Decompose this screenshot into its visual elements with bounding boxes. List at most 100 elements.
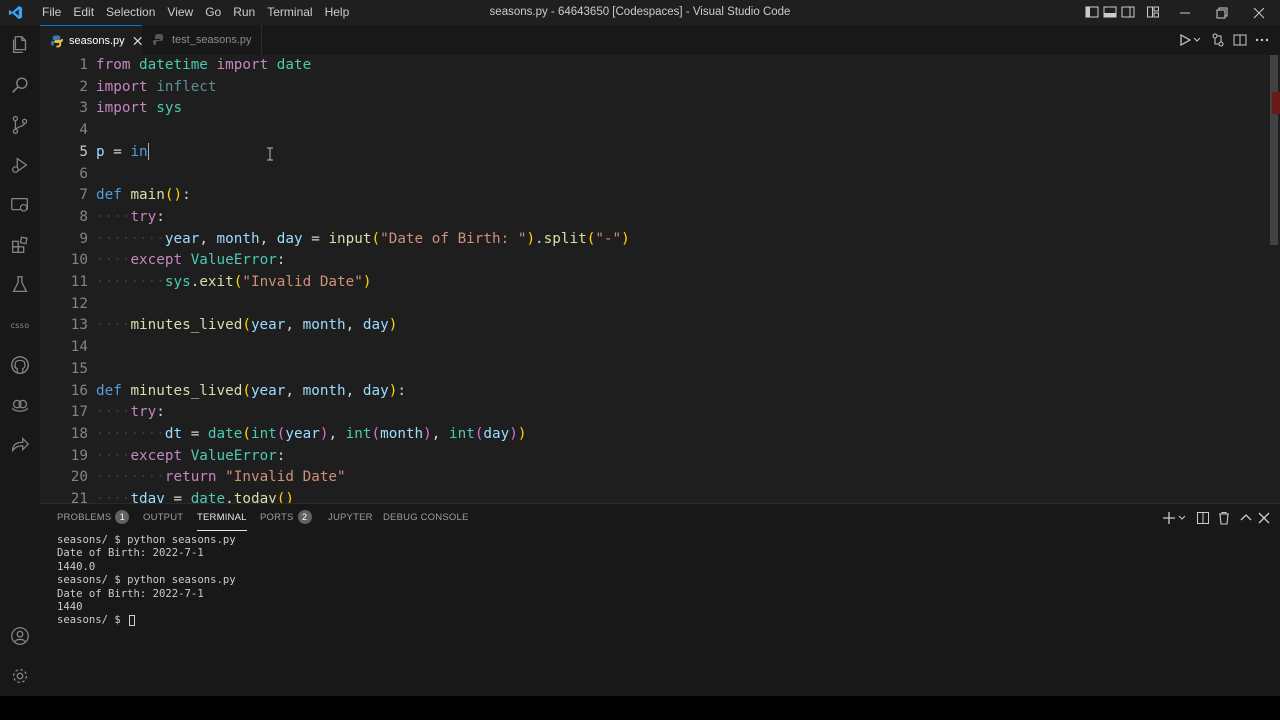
terminal-dropdown-chevron-icon[interactable]	[1178, 511, 1186, 525]
explorer-button[interactable]	[0, 25, 40, 65]
terminal-line: Date of Birth: 2022-7-1	[57, 547, 204, 560]
terminal-output[interactable]: seasons/ $ python seasons.py Date of Birt…	[57, 534, 1257, 628]
more-actions-icon[interactable]	[1254, 32, 1270, 48]
code-editor[interactable]: 1 from datetime import date 2 import infle…	[40, 55, 1280, 503]
mouse-ibeam-cursor-icon	[267, 147, 273, 161]
activity-bar: csso	[0, 25, 40, 696]
code-line: 18 ········dt = date(int(year), int(month…	[40, 424, 1240, 446]
menu-terminal[interactable]: Terminal	[261, 0, 318, 25]
search-button[interactable]	[0, 65, 40, 105]
code-line: 10 ····except ValueError:	[40, 250, 1240, 272]
code-line: 15	[40, 359, 1240, 381]
line-number: 15	[70, 360, 88, 377]
bottom-panel: PROBLEMS 1 OUTPUT TERMINAL PORTS 2 JUPYTER…	[40, 503, 1280, 696]
run-debug-icon	[12, 157, 28, 173]
menu-help[interactable]: Help	[319, 0, 356, 25]
letterbox-bar	[0, 696, 1280, 720]
menu-run[interactable]: Run	[227, 0, 261, 25]
menu-view[interactable]: View	[161, 0, 199, 25]
close-tab-icon[interactable]	[133, 36, 142, 46]
line-number: 12	[70, 295, 88, 312]
code-line: 6	[40, 164, 1240, 186]
customize-layout-icon[interactable]	[1146, 5, 1160, 19]
run-debug-button[interactable]	[0, 145, 40, 185]
python-file-icon	[153, 34, 163, 45]
split-editor-icon[interactable]	[1232, 32, 1248, 48]
close-panel-icon[interactable]	[1257, 511, 1271, 525]
terminal-line: 1440	[57, 601, 83, 614]
maximize-panel-chevron-up-icon[interactable]	[1239, 511, 1253, 525]
run-python-file-icon[interactable]	[1177, 32, 1193, 48]
tab-seasons-py[interactable]: seasons.py	[40, 25, 142, 55]
terminal-prompt-line: seasons/ $	[57, 614, 1257, 627]
code-line: 14	[40, 337, 1240, 359]
minimize-button[interactable]	[1168, 0, 1202, 25]
editor-scrollbar-thumb[interactable]	[1270, 55, 1278, 245]
menu-selection[interactable]: Selection	[100, 0, 161, 25]
open-changes-icon[interactable]	[1210, 32, 1226, 48]
toggle-panel-icon[interactable]	[1103, 5, 1117, 19]
code-line: 12	[40, 294, 1240, 316]
terminal-line: seasons/ $ python seasons.py	[57, 534, 236, 546]
line-number: 13	[70, 317, 88, 334]
code-line: 17 ····try:	[40, 402, 1240, 424]
remote-explorer-icon	[11, 197, 28, 212]
live-share-button[interactable]	[0, 425, 40, 465]
scrollbar-error-marker	[1272, 92, 1280, 114]
line-number: 16	[70, 382, 88, 399]
split-terminal-icon[interactable]	[1196, 511, 1210, 525]
new-terminal-icon[interactable]	[1162, 511, 1176, 525]
code-line: 7 def main():	[40, 185, 1240, 207]
text-cursor	[147, 143, 150, 161]
line-number: 21	[70, 491, 88, 503]
flask-icon	[12, 276, 28, 293]
panel-tab-terminal[interactable]: TERMINAL	[197, 504, 247, 531]
menu-file[interactable]: File	[36, 0, 67, 25]
panel-tab-ports[interactable]: PORTS 2	[260, 504, 312, 532]
line-number: 5	[79, 143, 88, 160]
line-number: 20	[70, 469, 88, 486]
panel-tab-output[interactable]: OUTPUT	[143, 504, 183, 532]
close-window-button[interactable]	[1242, 0, 1276, 25]
testing-button[interactable]	[0, 265, 40, 305]
search-icon	[12, 77, 28, 93]
panel-tab-debug-console[interactable]: DEBUG CONSOLE	[383, 504, 468, 532]
run-dropdown-chevron-icon[interactable]	[1192, 32, 1202, 48]
tab-test-seasons-py[interactable]: test_seasons.py	[142, 25, 262, 55]
line-number: 7	[79, 187, 88, 204]
menu-bar: File Edit Selection View Go Run Terminal…	[36, 0, 355, 25]
code-line: 9 ········year, month, day = input("Date …	[40, 229, 1240, 251]
restore-button[interactable]	[1205, 0, 1239, 25]
code-line: 11 ········sys.exit("Invalid Date")	[40, 272, 1240, 294]
vscode-logo-icon	[8, 5, 23, 20]
menu-go[interactable]: Go	[199, 0, 227, 25]
panel-tab-jupyter[interactable]: JUPYTER	[328, 504, 373, 532]
trash-icon[interactable]	[1217, 511, 1231, 525]
source-control-button[interactable]	[0, 105, 40, 145]
title-bar: File Edit Selection View Go Run Terminal…	[0, 0, 1280, 25]
toggle-primary-sidebar-icon[interactable]	[1085, 5, 1099, 19]
line-number: 14	[70, 339, 88, 356]
code-line: 21 ····tdav = date.today()	[40, 489, 1240, 503]
line-number: 10	[70, 252, 88, 269]
toggle-secondary-sidebar-icon[interactable]	[1121, 5, 1135, 19]
code-line: 8 ····try:	[40, 207, 1240, 229]
csso-extension-button[interactable]: csso	[0, 305, 40, 345]
problems-count-badge: 1	[115, 510, 130, 524]
menu-edit[interactable]: Edit	[67, 0, 100, 25]
manage-button[interactable]	[0, 656, 40, 696]
github-button[interactable]	[0, 345, 40, 385]
restore-icon	[1216, 7, 1228, 18]
copilot-button[interactable]	[0, 385, 40, 425]
line-number: 18	[70, 425, 88, 442]
code-line: 13 ····minutes_lived(year, month, day)	[40, 315, 1240, 337]
csso-label: csso	[10, 320, 30, 330]
panel-tab-problems[interactable]: PROBLEMS 1	[57, 504, 130, 532]
accounts-button[interactable]	[0, 616, 40, 656]
terminal-prompt: seasons/ $	[57, 614, 128, 627]
account-icon	[11, 627, 29, 645]
minimize-icon	[1180, 12, 1190, 13]
extensions-button[interactable]	[0, 225, 40, 265]
editor-tab-bar: seasons.py test_seasons.py	[40, 25, 1280, 55]
remote-explorer-button[interactable]	[0, 185, 40, 225]
